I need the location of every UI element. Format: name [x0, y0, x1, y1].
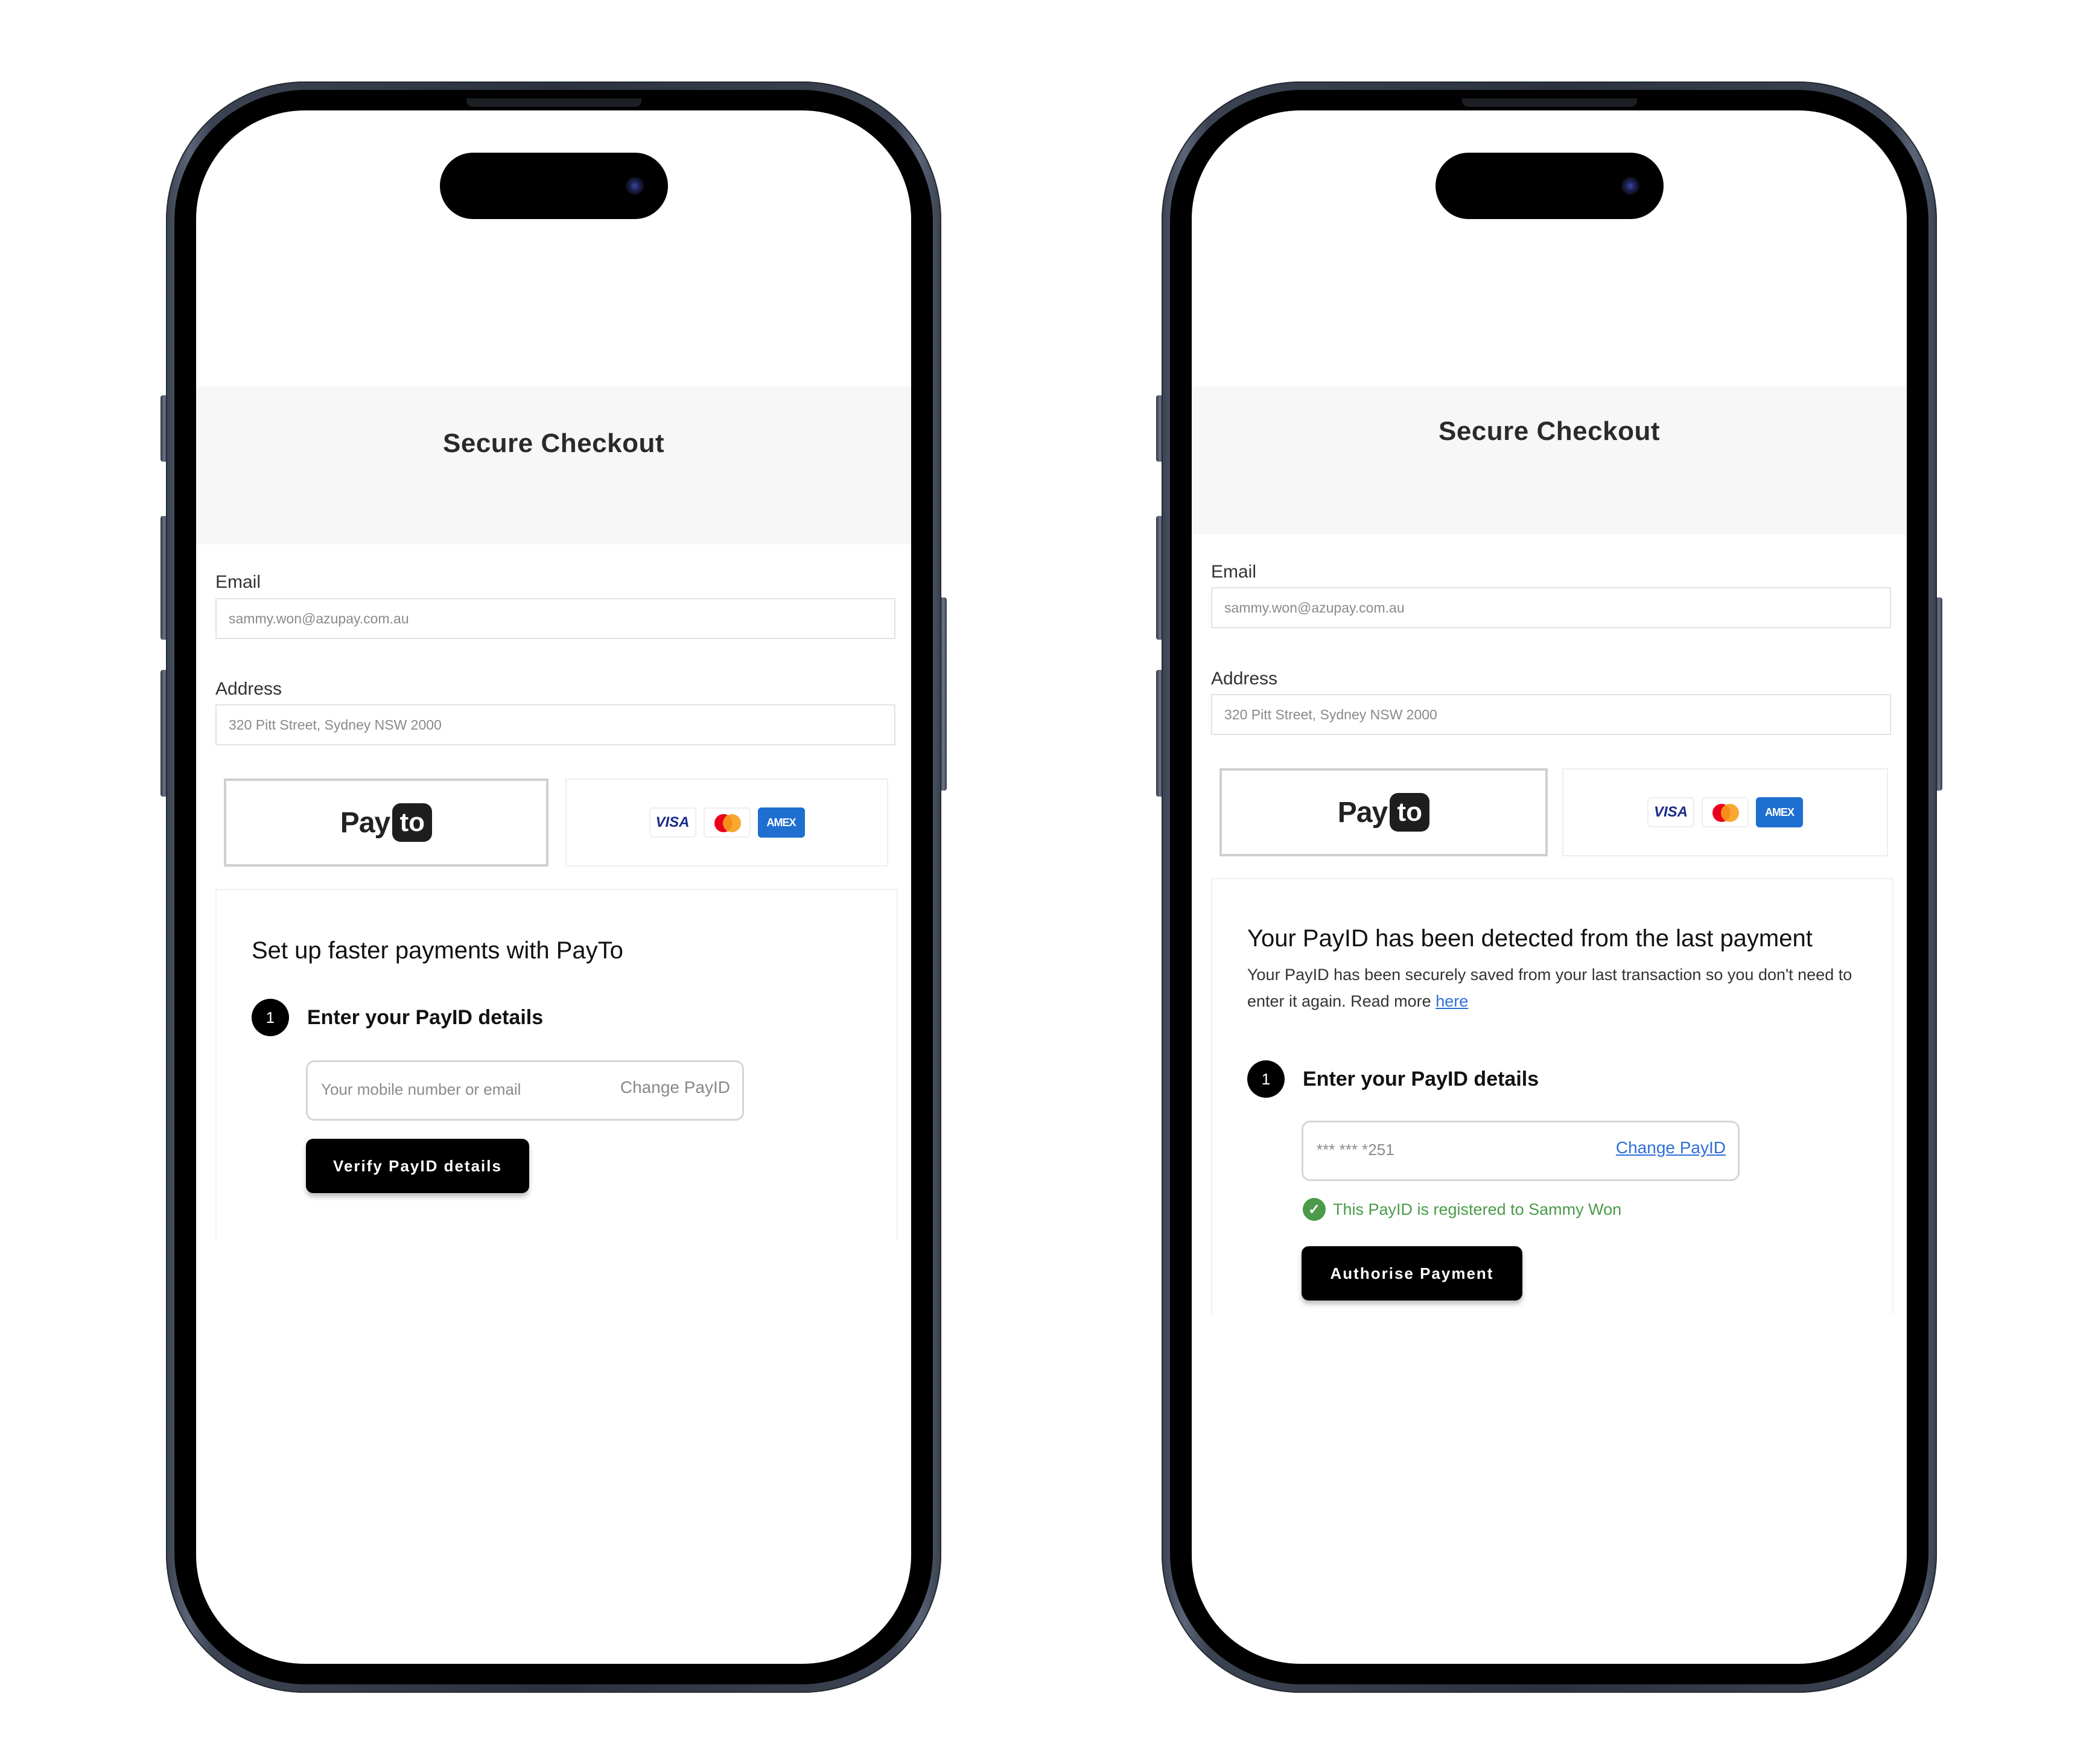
verify-payid-button[interactable]: Verify PayID details — [306, 1139, 529, 1193]
step-1: 1 Enter your PayID details — [252, 999, 543, 1036]
page-title: Secure Checkout — [1439, 416, 1660, 446]
change-payid-link[interactable]: Change PayID — [1616, 1138, 1726, 1157]
front-camera-icon — [625, 177, 644, 195]
phone-mockup-left: Secure Checkout Email sammy.won@azupay.c… — [161, 81, 947, 1693]
authorise-payment-button[interactable]: Authorise Payment — [1302, 1246, 1522, 1301]
phone-mockup-right: Secure Checkout Email sammy.won@azupay.c… — [1156, 81, 1942, 1693]
email-field[interactable]: sammy.won@azupay.com.au — [215, 598, 895, 639]
payto-option[interactable]: Pay to — [224, 779, 548, 867]
step-number-badge: 1 — [1247, 1060, 1285, 1098]
address-field[interactable]: 320 Pitt Street, Sydney NSW 2000 — [1211, 694, 1891, 735]
payto-logo: Pay to — [340, 803, 433, 842]
email-label: Email — [1211, 562, 1257, 582]
visa-icon: VISA — [649, 807, 696, 838]
mastercard-icon — [703, 807, 751, 838]
payid-masked-value: *** *** *251 — [1317, 1141, 1394, 1159]
panel-subtitle: Your PayID has been securely saved from … — [1247, 961, 1868, 1014]
speaker-grille — [466, 98, 641, 107]
phone-screen: Secure Checkout Email sammy.won@azupay.c… — [196, 110, 911, 1664]
panel-subtitle-text: Your PayID has been securely saved from … — [1247, 966, 1852, 1010]
card-payment-option[interactable]: VISA AMEX — [1562, 768, 1888, 856]
payto-logo-to: to — [392, 803, 433, 842]
speaker-grille — [1461, 98, 1637, 107]
email-field[interactable]: sammy.won@azupay.com.au — [1211, 587, 1891, 628]
amex-icon: AMEX — [757, 807, 805, 838]
front-camera-icon — [1621, 177, 1639, 195]
address-field[interactable]: 320 Pitt Street, Sydney NSW 2000 — [215, 704, 895, 745]
payto-logo-pay: Pay — [340, 806, 390, 839]
step-label: Enter your PayID details — [307, 1005, 544, 1029]
mastercard-icon — [1702, 797, 1749, 827]
card-payment-option[interactable]: VISA AMEX — [565, 779, 888, 867]
address-label: Address — [215, 679, 282, 699]
payto-option[interactable]: Pay to — [1219, 768, 1548, 856]
payto-logo: Pay to — [1337, 793, 1430, 832]
payid-detected-panel: Your PayID has been detected from the la… — [1211, 878, 1893, 1314]
read-more-link[interactable]: here — [1435, 992, 1468, 1010]
payto-logo-pay: Pay — [1337, 796, 1388, 829]
checkout-header: Secure Checkout — [1192, 386, 1907, 534]
change-payid-link[interactable]: Change PayID — [620, 1078, 730, 1097]
email-label: Email — [215, 572, 261, 592]
step-1: 1 Enter your PayID details — [1247, 1060, 1539, 1098]
checkout-header: Secure Checkout — [196, 386, 911, 544]
payid-placeholder: Your mobile number or email — [321, 1080, 521, 1098]
verified-text: This PayID is registered to Sammy Won — [1333, 1200, 1622, 1218]
payid-verified-message: ✓ This PayID is registered to Sammy Won — [1303, 1198, 1621, 1221]
phone-screen: Secure Checkout Email sammy.won@azupay.c… — [1192, 110, 1907, 1664]
address-label: Address — [1211, 669, 1278, 689]
payto-logo-to: to — [1390, 793, 1430, 832]
page-title: Secure Checkout — [443, 428, 664, 458]
panel-title: Set up faster payments with PayTo — [252, 937, 623, 964]
payid-input[interactable]: Your mobile number or email Change PayID — [306, 1060, 744, 1121]
check-circle-icon: ✓ — [1303, 1198, 1326, 1221]
amex-icon: AMEX — [1756, 797, 1803, 827]
dynamic-island — [1435, 153, 1664, 219]
panel-title: Your PayID has been detected from the la… — [1247, 925, 1813, 952]
payto-setup-panel: Set up faster payments with PayTo 1 Ente… — [215, 889, 898, 1240]
step-label: Enter your PayID details — [1303, 1067, 1539, 1091]
dynamic-island — [439, 153, 668, 219]
visa-icon: VISA — [1647, 797, 1694, 827]
step-number-badge: 1 — [252, 999, 289, 1036]
payid-input[interactable]: *** *** *251 Change PayID — [1302, 1121, 1740, 1181]
